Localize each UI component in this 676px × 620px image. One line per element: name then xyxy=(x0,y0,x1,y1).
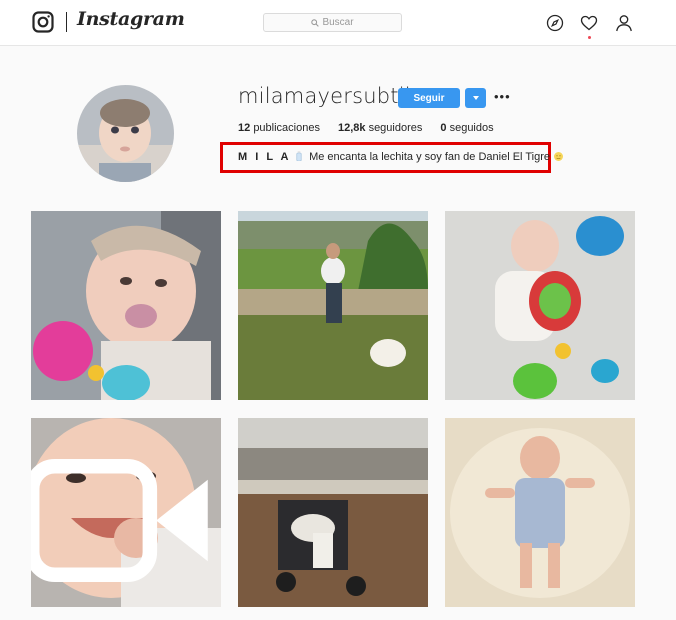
following-label: seguidos xyxy=(449,122,494,134)
profile-stats: 12 publicaciones 12,8k seguidores 0 segu… xyxy=(238,122,512,134)
profile-bio: M I L A Me encanta la lechita y soy fan … xyxy=(238,151,564,163)
bio-text: Me encanta la lechita y soy fan de Danie… xyxy=(309,151,550,163)
posts-label: publicaciones xyxy=(253,122,320,134)
video-camera-icon xyxy=(31,458,208,583)
following-stat[interactable]: 0 seguidos xyxy=(440,122,493,134)
profile-username: milamayersubtil xyxy=(238,84,411,108)
user-icon[interactable] xyxy=(615,14,633,32)
baby-bottle-icon xyxy=(296,151,302,161)
instagram-glyph-icon[interactable] xyxy=(32,11,54,33)
post-thumbnail[interactable] xyxy=(445,418,635,607)
profile-avatar[interactable] xyxy=(77,85,174,182)
post-thumbnail[interactable] xyxy=(31,211,221,400)
suggestions-dropdown-button[interactable] xyxy=(465,88,486,108)
followers-count: 12,8k xyxy=(337,122,366,134)
post-thumbnail[interactable] xyxy=(238,418,428,607)
followers-label: seguidores xyxy=(368,122,423,134)
heart-icon[interactable] xyxy=(580,14,598,32)
more-options-button[interactable]: ••• xyxy=(494,90,514,104)
post-thumbnail[interactable] xyxy=(238,211,428,400)
sun-face-icon xyxy=(554,152,564,161)
bio-name: M I L A xyxy=(238,151,291,163)
logo-divider xyxy=(66,12,67,32)
compass-icon[interactable] xyxy=(546,14,564,32)
posts-stat: 12 publicaciones xyxy=(238,122,320,134)
top-navigation-bar: Instagram Buscar xyxy=(0,0,676,46)
following-count: 0 xyxy=(440,122,447,134)
post-thumbnail[interactable] xyxy=(31,418,221,607)
posts-count: 12 xyxy=(238,122,251,134)
instagram-wordmark[interactable]: Instagram xyxy=(77,8,185,30)
post-thumbnail[interactable] xyxy=(445,211,635,400)
search-input[interactable]: Buscar xyxy=(263,13,402,32)
follow-button[interactable]: Seguir xyxy=(398,88,460,108)
search-icon xyxy=(311,18,320,27)
search-placeholder: Buscar xyxy=(322,17,354,28)
notification-dot xyxy=(588,36,591,39)
followers-stat[interactable]: 12,8k seguidores xyxy=(338,122,422,134)
